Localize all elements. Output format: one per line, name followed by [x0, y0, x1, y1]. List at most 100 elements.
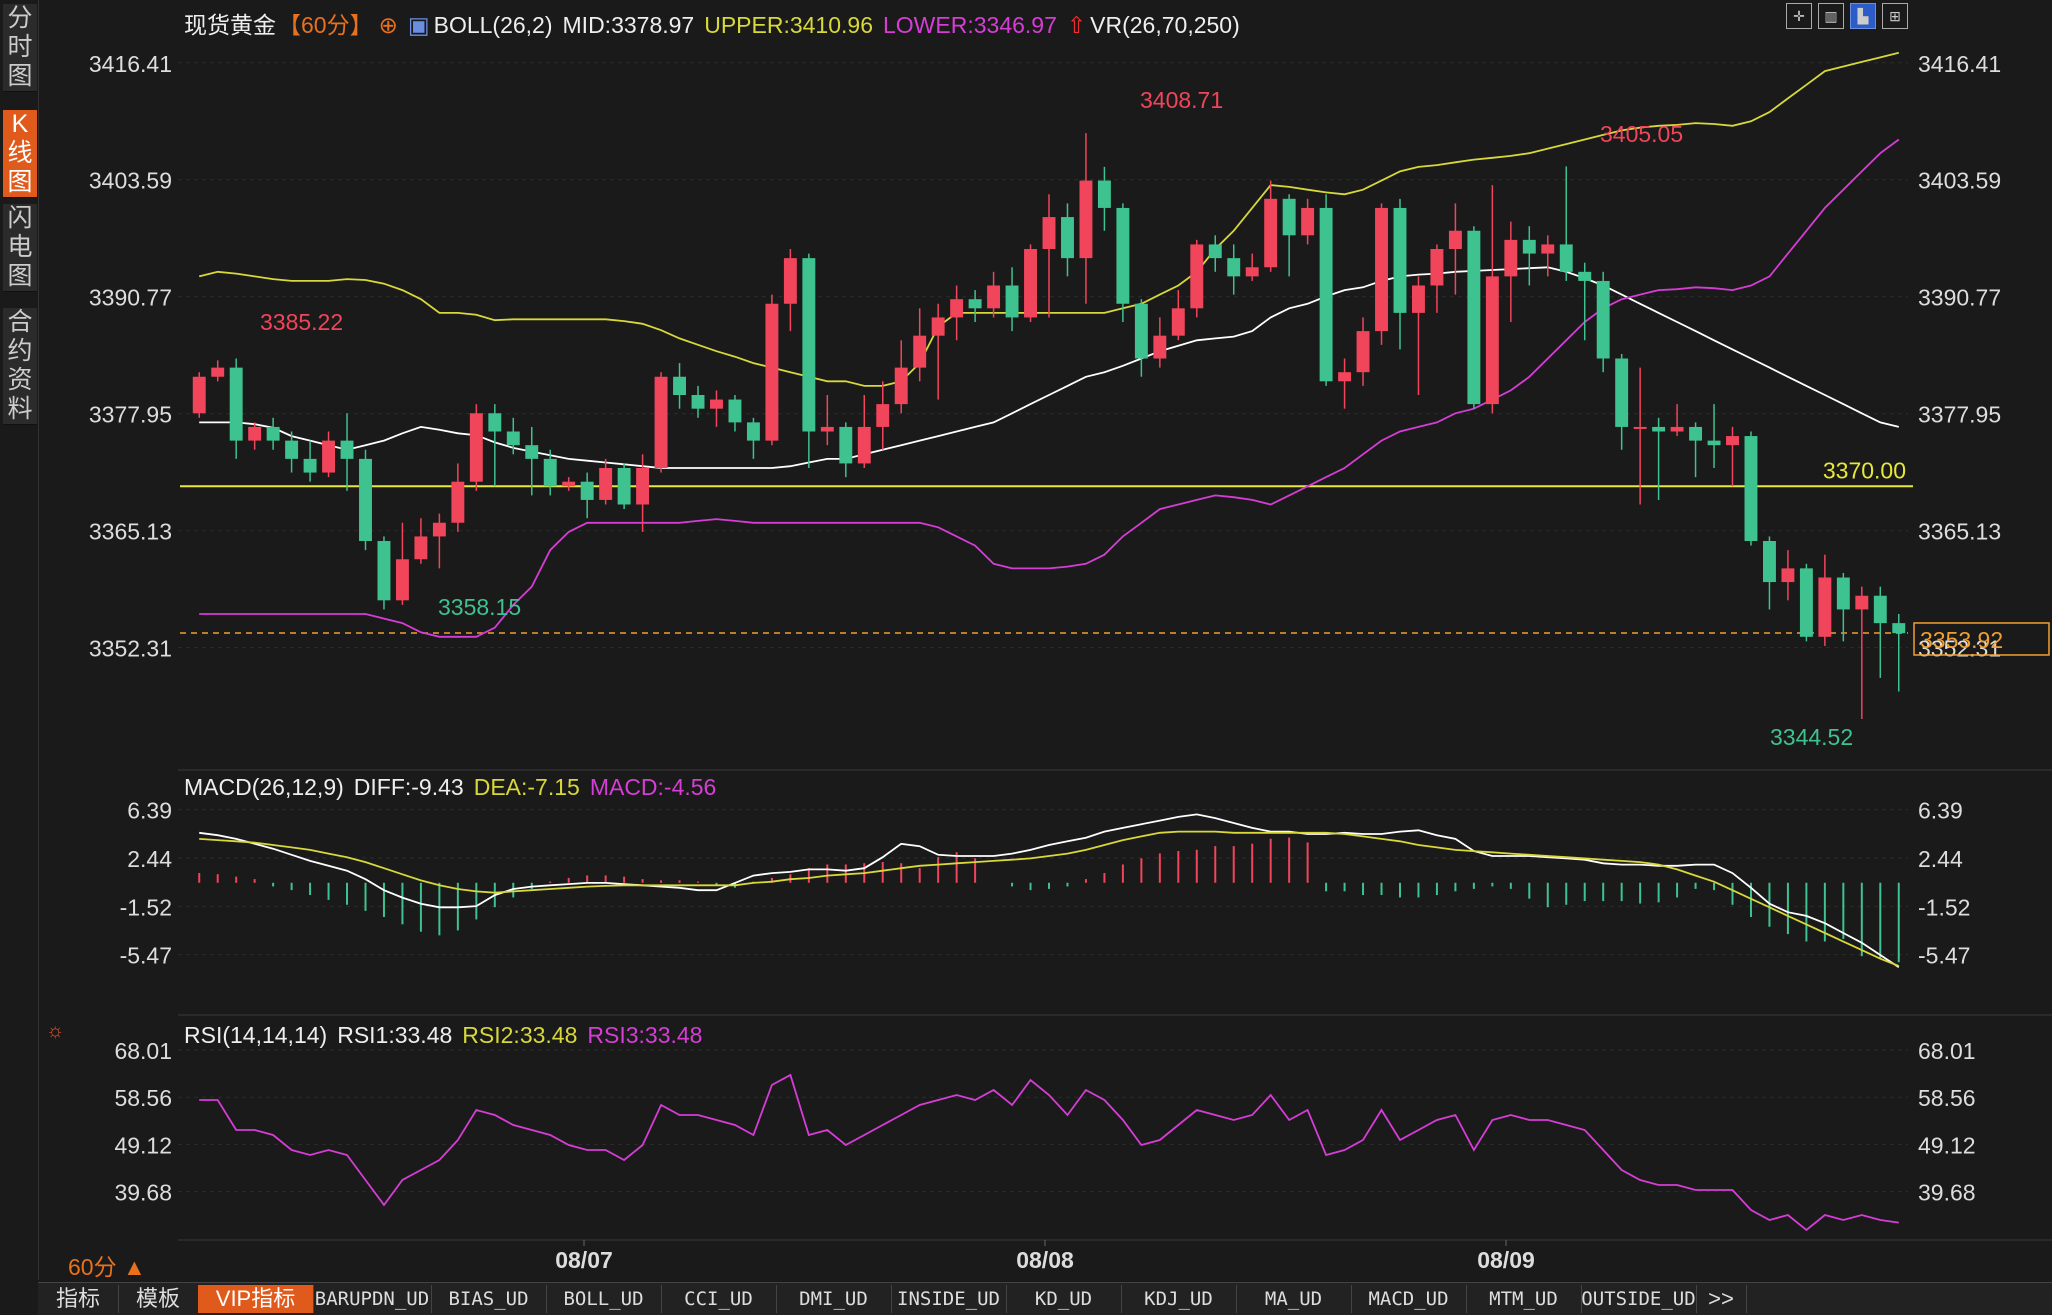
candle-body	[1541, 244, 1555, 254]
rsi1-value: RSI1:33.48	[337, 1022, 453, 1048]
candle-body	[432, 522, 446, 537]
candle-body	[1319, 207, 1333, 382]
indicator-tab[interactable]: MTM_UD	[1466, 1285, 1582, 1313]
sidebar-tab-kline[interactable]: K线图	[3, 110, 37, 198]
indicator-tab[interactable]: INSIDE_UD	[891, 1285, 1007, 1313]
candle-body	[1615, 358, 1629, 427]
candle-icon[interactable]: ▥	[1818, 3, 1844, 29]
candle-body	[1356, 331, 1370, 373]
macd-y-tick-left: -5.47	[120, 943, 172, 969]
candle-body	[783, 258, 797, 304]
candle-body	[691, 395, 705, 409]
candle-body	[377, 541, 391, 601]
macd-diff-line	[199, 813, 1900, 968]
candle-body	[765, 303, 779, 441]
candle-body	[1504, 239, 1518, 277]
rsi3-value: RSI3:33.48	[587, 1022, 703, 1048]
indicator-tab[interactable]: DMI_UD	[776, 1285, 892, 1313]
candle-body	[1485, 276, 1499, 405]
candle-body	[1892, 623, 1906, 634]
rsi-y-tick-left: 58.56	[114, 1085, 172, 1111]
last-price-label: 3353.92	[1920, 627, 2003, 653]
rsi-y-tick-left: 39.68	[114, 1180, 172, 1206]
candle-body	[451, 481, 465, 523]
candle-body	[414, 536, 428, 560]
indicator-tab[interactable]: KDJ_UD	[1121, 1285, 1237, 1313]
candle-body	[710, 399, 723, 409]
candle-body	[968, 299, 982, 309]
indicator-tab[interactable]: BIAS_UD	[431, 1285, 547, 1313]
sidebar-tab-flash[interactable]: 闪电图	[3, 204, 37, 292]
x-tick-label: 08/07	[555, 1247, 613, 1273]
candle-body	[1153, 335, 1167, 359]
indicator-tab[interactable]: MACD_UD	[1351, 1285, 1467, 1313]
rsi2-value: RSI2:33.48	[462, 1022, 578, 1048]
rsi-y-tick-right: 49.12	[1918, 1132, 1976, 1158]
settings-icon[interactable]: ⊕	[379, 12, 398, 38]
macd-y-tick-right: 2.44	[1918, 846, 1963, 872]
candle-body	[1559, 244, 1573, 272]
candle-body	[1707, 440, 1721, 446]
indicator-tab[interactable]: BARUPDN_UD	[313, 1285, 432, 1313]
candle-body	[1799, 568, 1813, 637]
candle-body	[1873, 595, 1887, 624]
candle-body	[1633, 426, 1647, 429]
sun-icon[interactable]: ☼	[46, 1020, 64, 1043]
candle-body	[1522, 239, 1536, 254]
candle-body	[802, 258, 816, 432]
crosshair-icon[interactable]: ✛	[1786, 3, 1812, 29]
candle-body	[1467, 230, 1481, 405]
rsi-y-tick-right: 68.01	[1918, 1038, 1976, 1064]
indicator-tab[interactable]: 指标	[38, 1285, 119, 1313]
candle-body	[1042, 217, 1056, 249]
layout-icon[interactable]: ⊞	[1882, 3, 1908, 29]
y-tick-label-left: 3352.31	[89, 636, 172, 662]
candle-body	[192, 376, 206, 414]
y-tick-label-right: 3416.41	[1918, 51, 2001, 77]
candle-body	[1818, 577, 1832, 637]
indicator-tab[interactable]: BOLL_UD	[546, 1285, 662, 1313]
period-indicator[interactable]: 60分 ▲	[68, 1248, 146, 1282]
candle-body	[1578, 271, 1592, 281]
candle-body	[248, 426, 262, 441]
candle-body	[1836, 577, 1850, 610]
x-tick-label: 08/08	[1016, 1247, 1074, 1273]
candle-body	[987, 285, 1001, 309]
indicator-tab[interactable]: CCI_UD	[661, 1285, 777, 1313]
level-line-label: 3370.00	[1823, 457, 1906, 483]
candle-body	[1338, 372, 1352, 382]
candle-body	[506, 431, 520, 446]
chart-type-icon[interactable]: ▙	[1850, 3, 1876, 29]
sidebar-tab-timeshare[interactable]: 分时图	[3, 4, 37, 92]
indicator-tab[interactable]: KD_UD	[1006, 1285, 1122, 1313]
candle-body	[617, 468, 631, 505]
indicator-icon[interactable]: ▣	[408, 12, 430, 38]
rsi-line	[199, 1073, 1899, 1232]
y-tick-label-left: 3365.13	[89, 519, 172, 545]
candle-body	[1855, 595, 1869, 610]
indicator-tab[interactable]: 模板	[118, 1285, 199, 1313]
annotation-high: 3405.05	[1600, 121, 1683, 147]
candle-body	[1430, 249, 1444, 286]
candle-body	[1411, 285, 1425, 313]
candle-body	[211, 367, 225, 377]
candle-body	[1227, 258, 1241, 277]
rsi-title: RSI(14,14,14)	[184, 1022, 328, 1048]
indicator-tab[interactable]: OUTSIDE_UD	[1581, 1285, 1697, 1313]
sidebar-tab-contract-info[interactable]: 合约资料	[3, 308, 37, 425]
macd-value: MACD:-4.56	[589, 774, 717, 800]
candle-body	[285, 440, 299, 459]
indicator-tab[interactable]: >>	[1696, 1285, 1747, 1313]
indicator-tab[interactable]: VIP指标	[198, 1285, 314, 1313]
candle-body	[1375, 207, 1388, 332]
period-label[interactable]: 【60分】	[278, 12, 373, 38]
macd-dea-line	[199, 830, 1900, 967]
candle-body	[1097, 180, 1111, 208]
chart-area[interactable]: 3416.41 3416.41 3403.59 3403.59 3390.77 3390.…	[38, 0, 2052, 1282]
y-tick-label-left: 3390.77	[89, 285, 172, 311]
indicator-tab[interactable]: MA_UD	[1236, 1285, 1352, 1313]
candle-body	[1116, 207, 1130, 304]
annotation-low: 3344.52	[1770, 724, 1853, 750]
instrument-name: 现货黄金	[184, 12, 276, 38]
candle-body	[359, 458, 372, 541]
